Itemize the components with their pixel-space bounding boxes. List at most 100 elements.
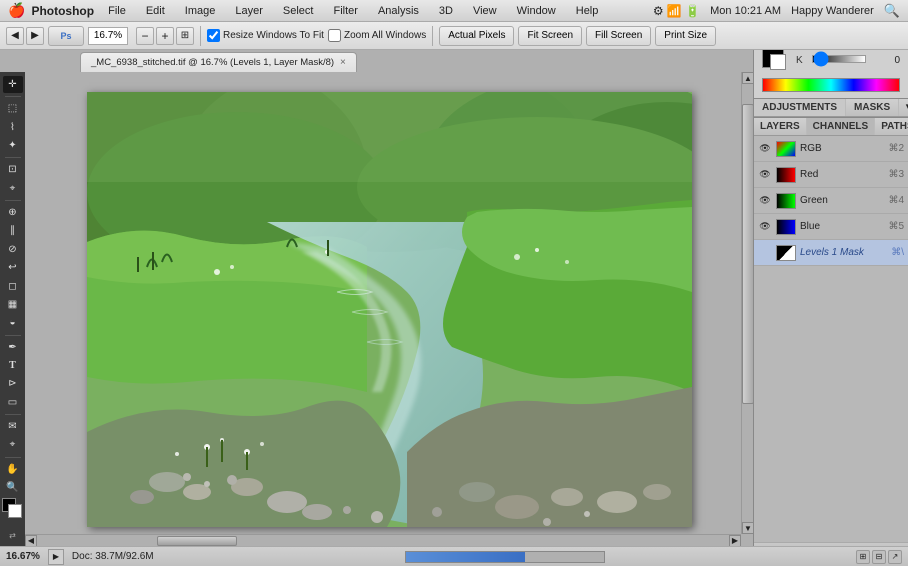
channel-rgb[interactable]: 👁 RGB ⌘2 [754, 136, 908, 162]
actual-pixels-btn[interactable]: Actual Pixels [439, 26, 514, 46]
menu-window[interactable]: Window [513, 3, 560, 19]
tab-adjustments[interactable]: ADJUSTMENTS [754, 99, 846, 116]
eyedropper-tool-btn[interactable]: ⌖ [3, 180, 23, 197]
fill-screen-btn[interactable]: Fill Screen [586, 26, 651, 46]
channel-red-visibility[interactable]: 👁 [758, 168, 772, 182]
menu-edit[interactable]: Edit [142, 3, 169, 19]
status-icon-3[interactable]: ↗ [888, 550, 902, 564]
image-canvas [87, 92, 692, 527]
apple-menu[interactable]: 🍎 [8, 2, 25, 19]
marquee-tool-btn[interactable]: ⬚ [3, 100, 23, 117]
menu-image[interactable]: Image [181, 3, 220, 19]
color-spectrum-bar[interactable] [762, 78, 900, 92]
arrange-btn[interactable]: ⊞ [176, 27, 194, 45]
tab-paths[interactable]: PATHS [875, 118, 908, 135]
separator2 [432, 26, 433, 46]
channel-rgb-name: RGB [800, 143, 884, 154]
shape-tool-btn[interactable]: ▭ [3, 394, 23, 411]
channel-blue[interactable]: 👁 Blue ⌘5 [754, 214, 908, 240]
tool-separator-3 [5, 200, 21, 201]
path-selection-tool-btn[interactable]: ⊳ [3, 375, 23, 392]
resize-windows-checkbox[interactable] [207, 29, 220, 42]
menu-analysis[interactable]: Analysis [374, 3, 423, 19]
layers-tabs: LAYERS CHANNELS PATHS ▼ [754, 118, 908, 136]
channel-red[interactable]: 👁 Red ⌘3 [754, 162, 908, 188]
eyedropper2-tool-btn[interactable]: ⌖ [3, 436, 23, 453]
tool-separator-5 [5, 414, 21, 415]
vscroll-track[interactable] [742, 84, 753, 522]
menu-file[interactable]: File [104, 3, 130, 19]
gradient-tool-btn[interactable]: ▦ [3, 296, 23, 313]
lasso-tool-btn[interactable]: ⌇ [3, 119, 23, 136]
channel-red-thumb [776, 167, 796, 183]
menu-bar: 🍎 Photoshop File Edit Image Layer Select… [0, 0, 908, 22]
layers-panel: LAYERS CHANNELS PATHS ▼ 👁 RGB ⌘2 👁 Red ⌘… [754, 118, 908, 566]
background-swatch[interactable] [8, 504, 22, 518]
menu-select[interactable]: Select [279, 3, 318, 19]
channel-blue-visibility[interactable]: 👁 [758, 220, 772, 234]
menu-view[interactable]: View [469, 3, 501, 19]
channel-list: 👁 RGB ⌘2 👁 Red ⌘3 👁 Green ⌘4 👁 [754, 136, 908, 542]
move-tool-btn[interactable]: ✛ [3, 76, 23, 93]
hscroll-left-btn[interactable]: ◀ [25, 535, 37, 547]
channel-red-name: Red [800, 169, 884, 180]
magic-wand-tool-btn[interactable]: ✦ [3, 137, 23, 154]
tab-masks[interactable]: MASKS [846, 99, 899, 116]
eraser-tool-btn[interactable]: ◻ [3, 277, 23, 294]
adj-menu-btn[interactable]: ▼ [899, 99, 908, 116]
dodge-tool-btn[interactable]: ◒ [3, 314, 23, 331]
fit-screen-btn[interactable]: Fit Screen [518, 26, 582, 46]
print-size-btn[interactable]: Print Size [655, 26, 716, 46]
menu-layer[interactable]: Layer [231, 3, 267, 19]
healing-brush-tool-btn[interactable]: ⊕ [3, 204, 23, 221]
status-zoom: 16.67% [6, 551, 40, 562]
status-doc-info: Doc: 38.7M/92.6M [72, 551, 154, 562]
history-brush-tool-btn[interactable]: ↩ [3, 259, 23, 276]
color-slider-wrap [812, 54, 866, 66]
hand-tool-btn[interactable]: ✋ [3, 460, 23, 477]
zoom-in-btn[interactable]: + [156, 27, 174, 45]
color-k-slider[interactable] [812, 55, 866, 63]
channel-levels-mask[interactable]: Levels 1 Mask ⌘\ [754, 240, 908, 266]
progress-bar [405, 551, 605, 563]
status-preview-btn[interactable]: ▶ [48, 549, 64, 565]
tab-channels[interactable]: CHANNELS [807, 118, 876, 135]
channel-mask-shortcut: ⌘\ [891, 247, 904, 258]
background-color-swatch[interactable] [770, 54, 786, 70]
channel-mask-thumb [776, 245, 796, 261]
hscroll-track[interactable] [37, 536, 729, 546]
channel-green[interactable]: 👁 Green ⌘4 [754, 188, 908, 214]
nav-controls: ◀ ▶ [6, 27, 44, 45]
zoom-out-btn[interactable]: − [136, 27, 154, 45]
tab-close-btn[interactable]: × [340, 57, 346, 68]
nav-back-btn[interactable]: ◀ [6, 27, 24, 45]
brush-tool-btn[interactable]: ∥ [3, 222, 23, 239]
canvas-area [87, 92, 692, 527]
datetime: Mon 10:21 AM [710, 5, 781, 17]
hscroll-thumb[interactable] [157, 536, 237, 546]
clone-stamp-tool-btn[interactable]: ⊘ [3, 241, 23, 258]
status-icon-2[interactable]: ⊟ [872, 550, 886, 564]
crop-tool-btn[interactable]: ⊡ [3, 161, 23, 178]
hscroll-right-btn[interactable]: ▶ [729, 535, 741, 547]
tab-layers[interactable]: LAYERS [754, 118, 807, 135]
zoom-input[interactable] [88, 27, 128, 45]
zoom-all-checkbox[interactable] [328, 29, 341, 42]
nav-forward-btn[interactable]: ▶ [26, 27, 44, 45]
pen-tool-btn[interactable]: ✒ [3, 338, 23, 355]
channel-rgb-visibility[interactable]: 👁 [758, 142, 772, 156]
color-k-label: K [796, 55, 806, 66]
swap-icon[interactable]: ⇄ [9, 531, 16, 540]
menu-3d[interactable]: 3D [435, 3, 457, 19]
channel-rgb-thumb [776, 141, 796, 157]
channel-mask-visibility[interactable] [758, 246, 772, 260]
notes-tool-btn[interactable]: ✉ [3, 418, 23, 435]
zoom-tool-btn[interactable]: 🔍 [3, 479, 23, 496]
type-tool-btn[interactable]: T [3, 357, 23, 374]
file-tab-active[interactable]: _MC_6938_stitched.tif @ 16.7% (Levels 1,… [80, 52, 357, 72]
channel-green-visibility[interactable]: 👁 [758, 194, 772, 208]
menu-help[interactable]: Help [572, 3, 603, 19]
search-icon[interactable]: 🔍 [884, 3, 900, 19]
menu-filter[interactable]: Filter [329, 3, 361, 19]
status-icon-1[interactable]: ⊞ [856, 550, 870, 564]
